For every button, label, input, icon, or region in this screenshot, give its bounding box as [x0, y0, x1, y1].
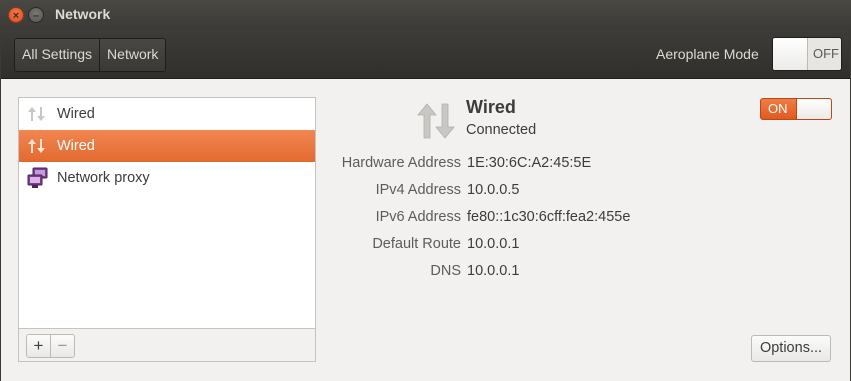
list-item-network-proxy[interactable]: Network proxy [19, 162, 315, 194]
list-item-label: Wired [57, 106, 95, 122]
dns-value: 10.0.0.1 [467, 263, 520, 279]
add-remove-group: + − [26, 334, 75, 358]
hardware-address-value: 1E:30:6C:A2:45:5E [467, 155, 592, 171]
wired-icon [28, 139, 45, 153]
dns-label: DNS [430, 263, 461, 279]
header-toolbar: All Settings Network Aeroplane Mode [0, 30, 851, 79]
window-title: Network [55, 6, 111, 22]
ipv6-address-value: fe80::1c30:6cff:fea2:455e [467, 209, 631, 225]
wired-icon [417, 103, 455, 139]
aeroplane-mode-state: OFF [813, 46, 839, 61]
aeroplane-mode-switch[interactable]: OFF [772, 37, 842, 71]
switch-knob [773, 38, 808, 70]
device-power-switch[interactable]: ON [760, 98, 832, 120]
network-proxy-icon [27, 167, 48, 188]
default-route-value: 10.0.0.1 [467, 236, 520, 252]
window-titlebar: × – Network [0, 0, 851, 30]
list-toolbar: + − [18, 329, 316, 362]
breadcrumb: All Settings Network [14, 38, 167, 72]
list-item-wired-2[interactable]: Wired [19, 130, 315, 162]
device-power-state: ON [768, 101, 788, 116]
list-item-label: Network proxy [57, 170, 150, 186]
ipv4-address-label: IPv4 Address [375, 182, 461, 198]
device-status: Connected [466, 122, 537, 138]
connection-list: Wired Wired Network proxy [18, 97, 316, 329]
options-button[interactable]: Options... [751, 335, 831, 362]
switch-knob [796, 99, 831, 119]
window-border [0, 30, 1, 381]
aeroplane-mode-label: Aeroplane Mode [656, 46, 759, 62]
wired-icon [28, 107, 45, 121]
list-item-label: Wired [57, 138, 95, 154]
ipv6-address-label: IPv6 Address [375, 209, 461, 225]
device-name: Wired [466, 97, 516, 117]
default-route-label: Default Route [372, 236, 461, 252]
breadcrumb-network[interactable]: Network [99, 39, 166, 71]
hardware-address-label: Hardware Address [341, 155, 461, 171]
remove-connection-button[interactable]: − [50, 335, 74, 357]
minimize-window-button[interactable]: – [28, 7, 44, 23]
all-settings-button[interactable]: All Settings [15, 39, 100, 71]
close-window-button[interactable]: × [8, 7, 24, 23]
add-connection-button[interactable]: + [27, 335, 50, 357]
ipv4-address-value: 10.0.0.5 [467, 182, 520, 198]
list-item-wired-1[interactable]: Wired [19, 98, 315, 130]
